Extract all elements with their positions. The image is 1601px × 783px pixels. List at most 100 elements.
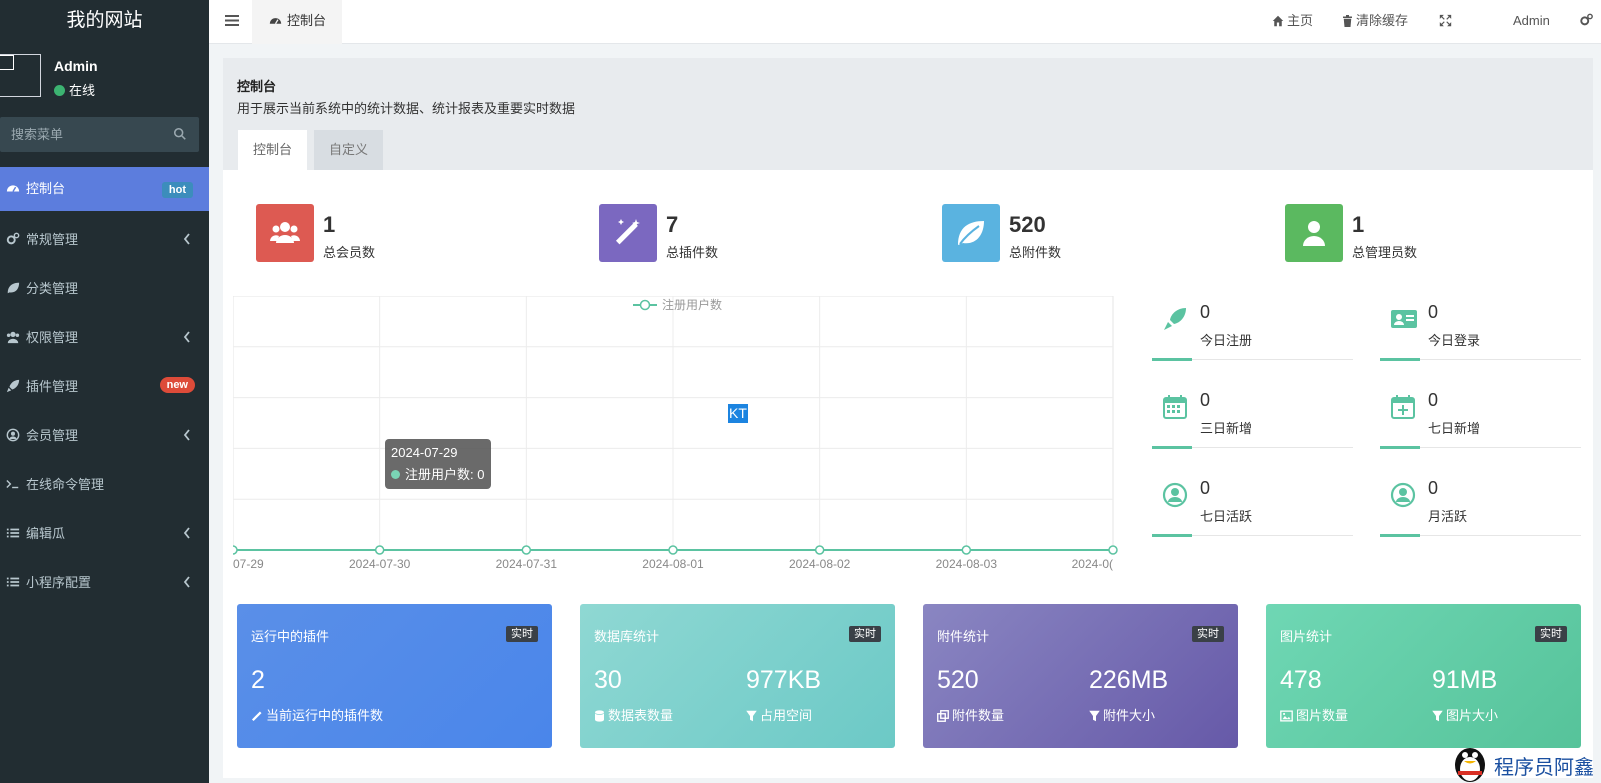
sidebar-item-label: 小程序配置 [26, 575, 92, 590]
realtime-badge: 实时 [506, 626, 538, 642]
filter-icon [746, 710, 757, 722]
dashboard-icon [6, 185, 20, 192]
avatar[interactable] [0, 54, 41, 97]
mini-stat-value: 0 [1428, 478, 1439, 498]
search-icon[interactable] [173, 127, 187, 141]
mini-stat-label: 月活跃 [1428, 509, 1468, 524]
stat-value: 7 [666, 212, 679, 237]
sidebar-item-miniprogram[interactable]: 小程序配置 [0, 558, 209, 607]
group-icon [6, 331, 20, 344]
card-value-secondary: 91MB [1432, 666, 1498, 694]
stat-label: 总管理员数 [1352, 245, 1418, 260]
sidebar-item-editor[interactable]: 编辑瓜 [0, 509, 209, 558]
sidebar-item-dashboard[interactable]: 控制台 hot [0, 167, 209, 211]
card-subtitle-text: 数据表数量 [608, 708, 674, 723]
user-name: Admin [54, 58, 98, 74]
sidebar-item-permission[interactable]: 权限管理 [0, 313, 209, 362]
site-title[interactable]: 我的网站 [0, 0, 209, 44]
user-status-label: 在线 [69, 83, 96, 98]
sidebar-item-category[interactable]: 分类管理 [0, 264, 209, 313]
mini-stat-value: 0 [1200, 302, 1211, 322]
sidebar-item-general[interactable]: 常规管理 [0, 215, 209, 264]
kt-marker: KT [728, 404, 748, 423]
mini-stat-label: 七日新增 [1428, 421, 1481, 436]
mini-stat-label: 三日新增 [1200, 421, 1253, 436]
tab-label: 控制台 [287, 13, 327, 28]
card-attachment-stats[interactable]: 附件统计 实时 520 附件数量 226MB 附件大小 [923, 604, 1238, 748]
tooltip-date: 2024-07-29 [391, 445, 458, 460]
watermark-text: 程序员阿鑫 [1494, 757, 1594, 779]
rocket-icon [1164, 308, 1186, 330]
sidebar: 我的网站 Admin 在线 控制台 hot 常规管理 分类管理 权限管理 插件管… [0, 0, 209, 783]
stat-icon-box [942, 204, 1000, 262]
chevron-left-icon [183, 429, 190, 441]
user-panel: Admin 在线 [0, 44, 209, 110]
mini-stat-today-register: 0 今日注册 [1152, 302, 1353, 361]
clone-icon [937, 710, 949, 722]
card-title: 附件统计 [937, 629, 990, 644]
chevron-left-icon [183, 576, 190, 588]
new-badge: new [159, 377, 195, 393]
sidebar-item-label: 权限管理 [26, 330, 79, 345]
mini-stat-bar [1380, 446, 1420, 449]
id-card-icon [1391, 310, 1417, 328]
sidebar-item-plugin[interactable]: 插件管理 new [0, 362, 209, 411]
mini-stat-label: 今日注册 [1200, 333, 1253, 348]
card-value-secondary: 226MB [1089, 666, 1169, 694]
list-icon [6, 577, 20, 587]
user-status: 在线 [54, 80, 95, 99]
mini-stat-value: 0 [1428, 302, 1439, 322]
settings-button[interactable] [1579, 0, 1597, 44]
page-description: 用于展示当前系统中的统计数据、统计报表及重要实时数据 [237, 101, 576, 116]
tab-dashboard[interactable]: 控制台 [252, 0, 342, 44]
card-image-stats[interactable]: 图片统计 实时 478 图片数量 91MB 图片大小 [1266, 604, 1581, 748]
tab-dashboard-view[interactable]: 控制台 [238, 130, 308, 170]
series-dot-icon [391, 470, 400, 479]
clear-cache-label: 清除缓存 [1356, 13, 1409, 28]
card-value: 478 [1280, 666, 1322, 694]
online-dot-icon [54, 85, 65, 96]
home-link[interactable]: 主页 [1272, 0, 1313, 44]
chart-x-tick-label: 07-29 [233, 557, 264, 571]
cogs-icon [1580, 13, 1593, 26]
search-menu-input[interactable] [0, 117, 165, 152]
sidebar-item-label: 插件管理 [26, 379, 79, 394]
sidebar-item-command[interactable]: 在线命令管理 [0, 460, 209, 509]
sidebar-item-member[interactable]: 会员管理 [0, 411, 209, 460]
tab-custom[interactable]: 自定义 [314, 130, 384, 170]
card-subtitle-secondary: 占用空间 [746, 705, 812, 724]
stat-value: 1 [323, 212, 336, 237]
chart-point [668, 545, 678, 555]
fullscreen-button[interactable] [1439, 0, 1455, 44]
mini-stat-value: 0 [1200, 390, 1211, 410]
realtime-badge: 实时 [1192, 626, 1224, 642]
registration-line-chart[interactable]: 07-29 2024-07-30 2024-07-31 2024-08-01 2024-… [233, 296, 1123, 586]
card-value-secondary: 977KB [746, 666, 822, 694]
card-database-stats[interactable]: 数据库统计 实时 30 数据表数量 977KB 占用空间 [580, 604, 895, 748]
content-header: 控制台 用于展示当前系统中的统计数据、统计报表及重要实时数据 控制台 自定义 [223, 58, 1593, 170]
chart-x-tick-label: 2024-0( [1072, 557, 1113, 571]
cogs-icon [6, 232, 20, 245]
magic-icon [615, 219, 640, 245]
card-running-plugins[interactable]: 运行中的插件 实时 2 当前运行中的插件数 [237, 604, 552, 748]
menu-toggle-icon[interactable] [225, 14, 239, 27]
chart-point [814, 545, 825, 555]
chart-tooltip: 2024-07-29 注册用户数: 0 [385, 439, 491, 489]
stat-value: 1 [1352, 212, 1365, 237]
admin-user-menu[interactable]: Admin [1513, 0, 1550, 44]
mini-stat-label: 今日登录 [1428, 333, 1481, 348]
clear-cache-button[interactable]: 清除缓存 [1342, 0, 1408, 44]
home-label: 主页 [1287, 13, 1314, 28]
user-circle-icon [1390, 482, 1416, 508]
mini-stat-monthly-active: 0 月活跃 [1380, 478, 1581, 537]
user-circle-icon [6, 428, 20, 442]
stat-icon-box [256, 204, 314, 262]
home-icon [1272, 15, 1284, 27]
legend-marker [639, 299, 651, 311]
mini-stat-value: 0 [1428, 390, 1439, 410]
chart-point [521, 545, 532, 555]
sidebar-item-label: 分类管理 [26, 281, 79, 296]
leaf-icon [7, 282, 20, 294]
card-value: 520 [937, 666, 979, 694]
card-title: 数据库统计 [594, 629, 660, 644]
